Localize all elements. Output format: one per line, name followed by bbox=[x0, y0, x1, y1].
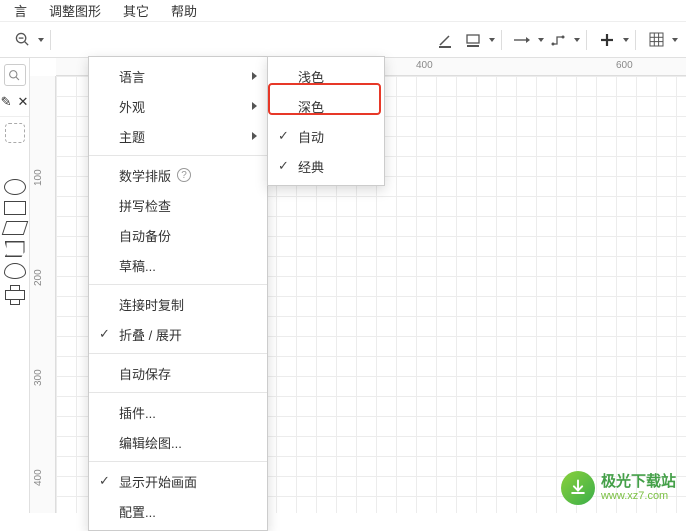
menu-item-2[interactable]: 其它 bbox=[113, 0, 159, 22]
menu-item-label: 折叠 / 展开 bbox=[119, 325, 182, 344]
menu-divider bbox=[89, 461, 267, 462]
shape-document[interactable] bbox=[5, 241, 25, 257]
left-toolbar: ✎ ✕ bbox=[0, 58, 30, 513]
menu-item[interactable]: 数学排版? bbox=[89, 160, 267, 190]
menu-item[interactable]: ✓ 显示开始画面 bbox=[89, 466, 267, 496]
arrow-style-icon[interactable] bbox=[508, 26, 536, 54]
shape-ellipse[interactable] bbox=[4, 179, 26, 195]
check-icon: ✓ bbox=[99, 473, 110, 489]
ruler-vertical: 100 200 300 400 bbox=[30, 76, 56, 513]
ruler-tick: 100 bbox=[33, 169, 44, 186]
submenu-item-label: 深色 bbox=[298, 97, 324, 116]
submenu-arrow-icon bbox=[252, 72, 257, 80]
shape-cross[interactable] bbox=[5, 285, 25, 305]
submenu-arrow-icon bbox=[252, 102, 257, 110]
submenu-item-label: 经典 bbox=[298, 157, 324, 176]
watermark-title: 极光下载站 bbox=[601, 474, 676, 491]
menu-item-label: 拼写检查 bbox=[119, 196, 171, 215]
menu-divider bbox=[89, 155, 267, 156]
menu-item[interactable]: 配置... bbox=[89, 496, 267, 526]
submenu-item[interactable]: 浅色 bbox=[268, 61, 384, 91]
fill-caret-icon[interactable] bbox=[489, 38, 495, 42]
menu-item[interactable]: 拼写检查 bbox=[89, 190, 267, 220]
add-caret-icon[interactable] bbox=[623, 38, 629, 42]
line-color-icon[interactable] bbox=[431, 26, 459, 54]
shape-rounded-dashed[interactable] bbox=[5, 123, 25, 143]
separator bbox=[635, 30, 636, 50]
menu-item[interactable]: 外观 bbox=[89, 91, 267, 121]
menu-item-0[interactable]: 言 bbox=[4, 0, 37, 22]
menu-item[interactable]: 草稿... bbox=[89, 250, 267, 280]
menu-item[interactable]: 主题 bbox=[89, 121, 267, 151]
separator bbox=[50, 30, 51, 50]
search-button[interactable] bbox=[4, 64, 26, 86]
menu-item-label: 编辑绘图... bbox=[119, 433, 182, 452]
pencil-icon[interactable]: ✎ bbox=[1, 94, 12, 110]
watermark: 极光下载站 www.xz7.com bbox=[561, 471, 676, 505]
menu-item-label: 数学排版 bbox=[119, 166, 171, 185]
menu-item[interactable]: 自动备份 bbox=[89, 220, 267, 250]
table-icon[interactable] bbox=[642, 26, 670, 54]
close-icon[interactable]: ✕ bbox=[18, 94, 29, 110]
waypoint-caret-icon[interactable] bbox=[574, 38, 580, 42]
menu-divider bbox=[89, 353, 267, 354]
menu-item[interactable]: 语言 bbox=[89, 61, 267, 91]
extras-menu: 语言外观主题数学排版? 拼写检查自动备份草稿... 连接时复制 ✓ 折叠 / 展开自动保… bbox=[88, 56, 268, 531]
submenu-arrow-icon bbox=[252, 132, 257, 140]
menu-item-label: 插件... bbox=[119, 403, 156, 422]
watermark-text: 极光下载站 www.xz7.com bbox=[601, 474, 676, 503]
watermark-logo-icon bbox=[561, 471, 595, 505]
menu-item[interactable]: 插件... bbox=[89, 397, 267, 427]
submenu-item[interactable]: ✓ 自动 bbox=[268, 121, 384, 151]
menu-item-label: 外观 bbox=[119, 97, 145, 116]
submenu-item[interactable]: ✓ 经典 bbox=[268, 151, 384, 181]
menubar: 言 调整图形 其它 帮助 bbox=[0, 0, 686, 22]
menu-item-label: 主题 bbox=[119, 127, 145, 146]
menu-item-label: 自动备份 bbox=[119, 226, 171, 245]
shape-parallelogram[interactable] bbox=[1, 221, 28, 235]
help-icon: ? bbox=[177, 168, 191, 182]
menu-item[interactable]: 编辑绘图... bbox=[89, 427, 267, 457]
check-icon: ✓ bbox=[99, 326, 110, 342]
add-icon[interactable] bbox=[593, 26, 621, 54]
watermark-url: www.xz7.com bbox=[601, 490, 676, 502]
toolbar bbox=[0, 22, 686, 58]
ruler-tick: 200 bbox=[33, 269, 44, 286]
submenu-item[interactable]: 深色 bbox=[268, 91, 384, 121]
check-icon: ✓ bbox=[278, 158, 289, 174]
menu-item-label: 连接时复制 bbox=[119, 295, 184, 314]
menu-item[interactable]: 连接时复制 bbox=[89, 289, 267, 319]
menu-item-label: 语言 bbox=[119, 67, 145, 86]
menu-item: 自动保存 bbox=[89, 358, 267, 388]
check-icon: ✓ bbox=[278, 128, 289, 144]
submenu-item-label: 自动 bbox=[298, 127, 324, 146]
ruler-tick: 300 bbox=[33, 369, 44, 386]
menu-divider bbox=[89, 392, 267, 393]
menu-item-label: 显示开始画面 bbox=[119, 472, 197, 491]
fill-color-icon[interactable] bbox=[459, 26, 487, 54]
theme-submenu: 浅色深色 ✓ 自动 ✓ 经典 bbox=[267, 56, 385, 186]
waypoint-icon[interactable] bbox=[544, 26, 572, 54]
zoom-out-icon[interactable] bbox=[8, 26, 36, 54]
table-caret-icon[interactable] bbox=[672, 38, 678, 42]
menu-item-label: 配置... bbox=[119, 502, 156, 521]
separator bbox=[586, 30, 587, 50]
submenu-item-label: 浅色 bbox=[298, 67, 324, 86]
zoom-caret-icon[interactable] bbox=[38, 38, 44, 42]
ruler-tick: 400 bbox=[416, 60, 433, 71]
menu-item-1[interactable]: 调整图形 bbox=[39, 0, 111, 22]
menu-item-3[interactable]: 帮助 bbox=[161, 0, 207, 22]
shape-cloud[interactable] bbox=[4, 263, 26, 279]
edit-tools: ✎ ✕ bbox=[0, 92, 29, 117]
menu-item-label: 草稿... bbox=[119, 256, 156, 275]
menu-divider bbox=[89, 284, 267, 285]
ruler-tick: 400 bbox=[33, 469, 44, 486]
menu-item[interactable]: ✓ 折叠 / 展开 bbox=[89, 319, 267, 349]
menu-item-label: 自动保存 bbox=[119, 364, 171, 383]
separator bbox=[501, 30, 502, 50]
ruler-tick: 600 bbox=[616, 60, 633, 71]
shape-rectangle[interactable] bbox=[4, 201, 26, 215]
